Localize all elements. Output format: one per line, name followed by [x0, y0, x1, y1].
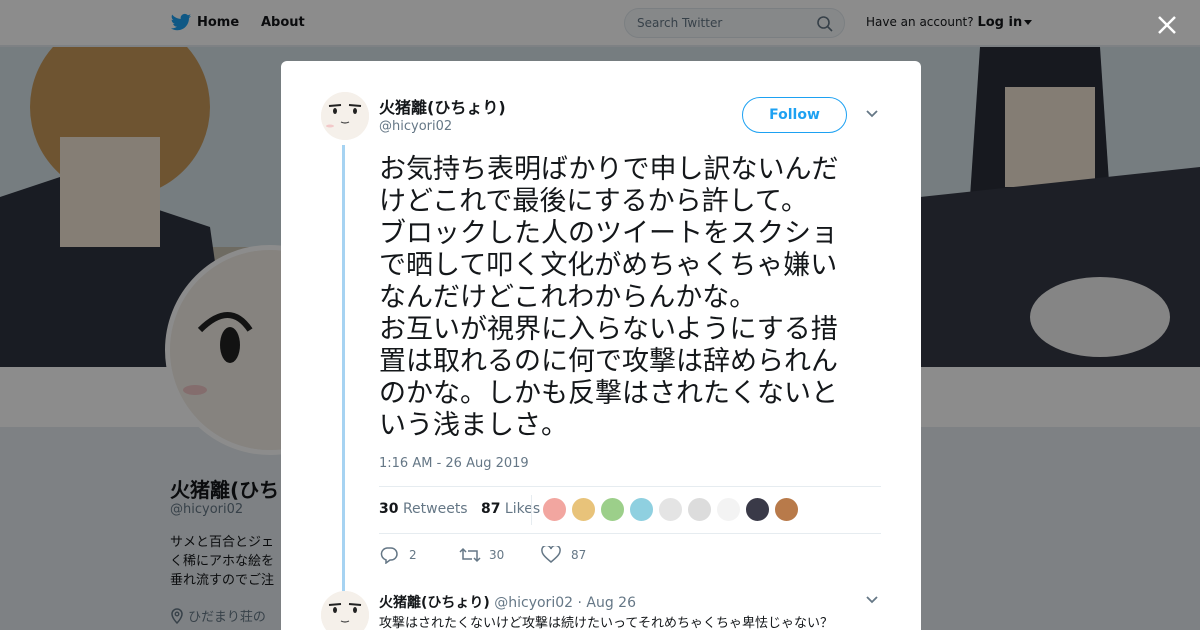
liker-avatar[interactable]: [716, 497, 741, 522]
chevron-down-icon[interactable]: [865, 595, 879, 605]
liker-avatar[interactable]: [629, 497, 654, 522]
chevron-down-icon[interactable]: [865, 109, 879, 119]
like-count: 87: [571, 548, 587, 562]
retweets-label[interactable]: Retweets: [403, 501, 468, 517]
liker-avatar[interactable]: [745, 497, 770, 522]
author-name[interactable]: 火猪離(ひちょり): [379, 94, 506, 118]
close-icon[interactable]: [1156, 14, 1178, 36]
liker-avatar[interactable]: [774, 497, 799, 522]
reply-author-avatar[interactable]: [321, 591, 369, 630]
reply-text: 攻撃はされたくないけど攻撃は続けたいってそれめちゃくちゃ卑怯じゃない？: [379, 616, 833, 630]
reply-author-name[interactable]: 火猪離(ひちょり): [379, 595, 490, 611]
likes-label[interactable]: Likes: [505, 501, 540, 517]
divider: [379, 533, 881, 534]
tweet-text: お気持ち表明ばかりで申し訳ないんだけどこれで最後にするから許して。 ブロックした…: [379, 154, 839, 441]
retweet-icon: [459, 547, 481, 563]
tweet-stats: 30 Retweets 87 Likes: [379, 501, 540, 517]
author-avatar[interactable]: [321, 92, 369, 140]
liker-avatar[interactable]: [542, 497, 567, 522]
divider: [531, 495, 532, 525]
likes-count[interactable]: 87: [481, 501, 500, 517]
liker-avatar[interactable]: [571, 497, 596, 522]
retweet-count: 30: [489, 548, 505, 562]
reply-count: 2: [409, 548, 417, 562]
retweets-count[interactable]: 30: [379, 501, 398, 517]
tweet-modal: 火猪離(ひちょり) @hicyori02 Follow お気持ち表明ばかりで申し…: [281, 61, 921, 630]
tweet-timestamp[interactable]: 1:16 AM - 26 Aug 2019: [379, 456, 529, 471]
follow-button[interactable]: Follow: [742, 97, 847, 133]
liker-avatar[interactable]: [687, 497, 712, 522]
reply-header: 火猪離(ひちょり) @hicyori02 · Aug 26: [379, 592, 636, 612]
reply-author-handle[interactable]: @hicyori02: [494, 595, 573, 611]
heart-icon: [541, 546, 561, 563]
author-handle[interactable]: @hicyori02: [379, 119, 452, 134]
divider: [379, 486, 881, 487]
reply-icon: [380, 547, 398, 564]
reply-date[interactable]: · Aug 26: [577, 595, 636, 611]
thread-line: [342, 145, 345, 591]
liker-avatar[interactable]: [658, 497, 683, 522]
liker-avatar[interactable]: [600, 497, 625, 522]
